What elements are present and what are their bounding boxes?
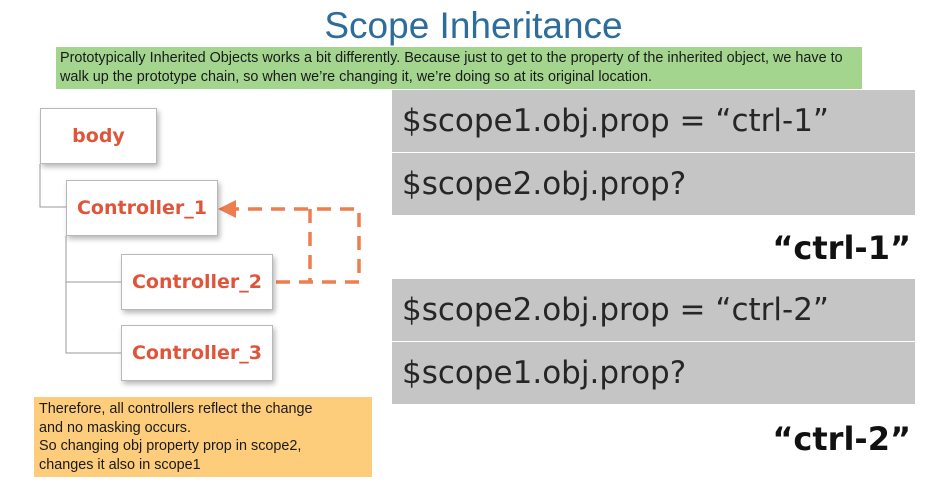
tree-node-controller-1: Controller_1 [66,180,218,236]
slide-title: Scope Inheritance [324,5,623,46]
tree-node-controller-3: Controller_3 [121,325,273,381]
example2-question: $scope1.obj.prop? [392,342,915,404]
tree-node-body: body [40,108,157,164]
connector-controller1-children [65,236,121,354]
conclusion-note: Therefore, all controllers reflect the c… [34,397,372,477]
connector-body-controller1 [39,164,66,208]
example1-answer: “ctrl-1” [772,229,911,267]
slide: Scope Inheritance Prototypically Inherit… [0,0,947,495]
intro-callout: Prototypically Inherited Objects works a… [56,47,862,89]
tree-node-controller-2: Controller_2 [121,254,273,310]
example2-assignment: $scope2.obj.prop = “ctrl-2” [392,279,915,341]
note-line: and no masking occurs. [39,419,191,436]
example1-assignment: $scope1.obj.prop = “ctrl-1” [392,90,915,152]
note-line: So changing obj property prop in scope2, [39,438,302,454]
note-line: changes it also in scope1 [39,456,201,473]
example2-answer: “ctrl-2” [772,420,911,458]
note-line: Therefore, all controllers reflect the c… [39,401,313,417]
example1-question: $scope2.obj.prop? [392,153,915,215]
arrow-head-icon [218,200,236,218]
